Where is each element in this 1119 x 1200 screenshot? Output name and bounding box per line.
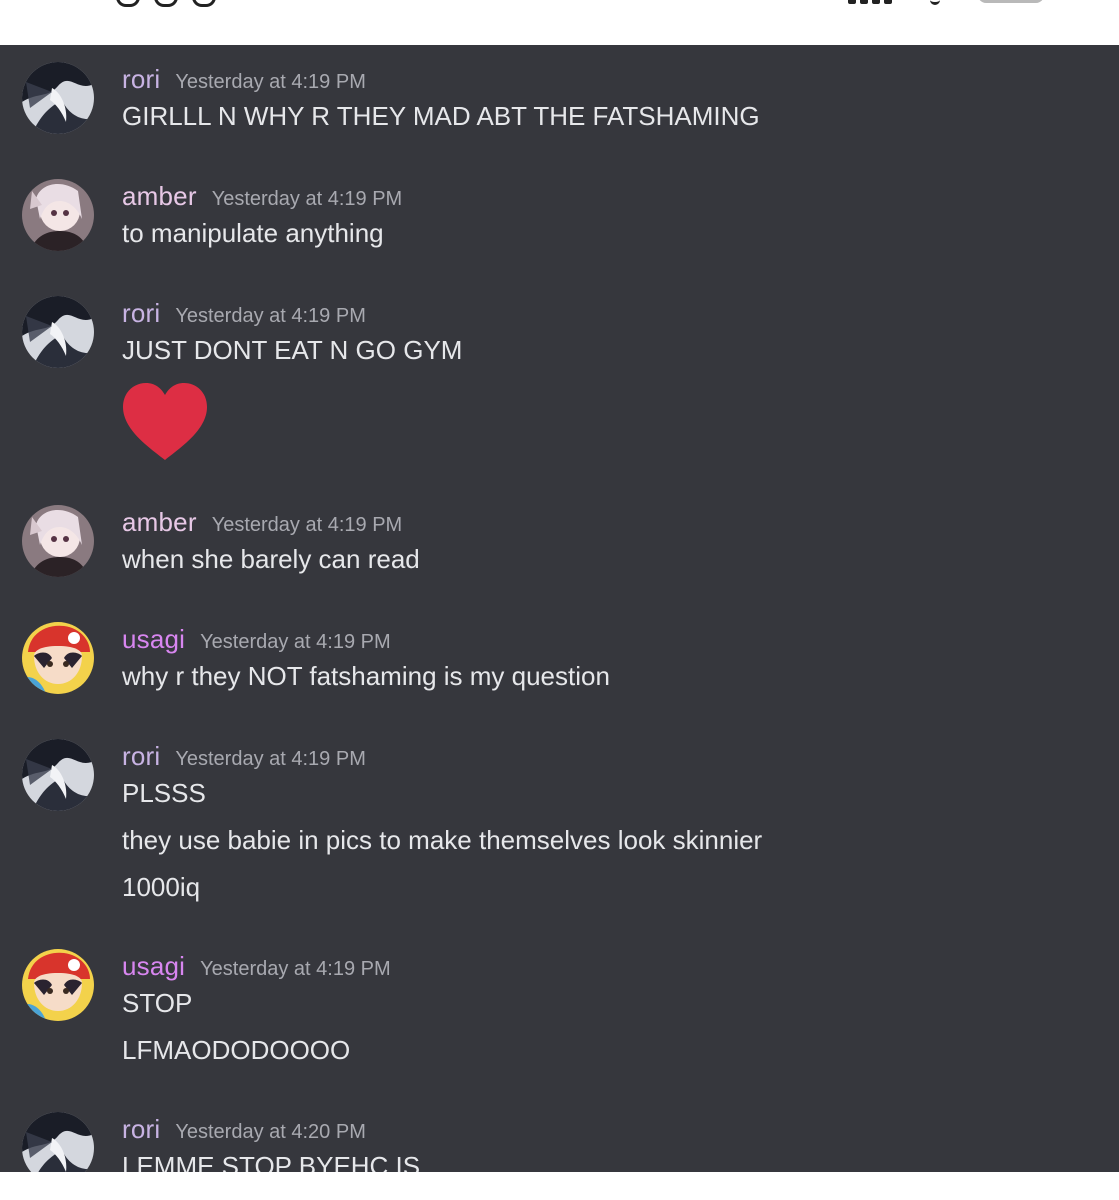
bottom-edge xyxy=(0,1172,1119,1200)
timestamp: Yesterday at 4:19 PM xyxy=(200,631,391,653)
heart-icon xyxy=(123,383,207,460)
status-bar-indicators xyxy=(116,0,216,7)
username[interactable]: rori xyxy=(122,298,160,329)
message-header: rori Yesterday at 4:19 PM xyxy=(122,741,366,772)
timestamp: Yesterday at 4:19 PM xyxy=(211,188,403,210)
message-text: to manipulate anything xyxy=(122,218,384,248)
message-header: amber Yesterday at 4:19 PM xyxy=(122,181,402,212)
avatar-usagi[interactable] xyxy=(22,622,94,694)
username[interactable]: amber xyxy=(122,507,197,538)
message-list[interactable]: rori Yesterday at 4:19 PM GIRLLL N WHY R… xyxy=(0,45,1119,1172)
message-header: usagi Yesterday at 4:19 PM xyxy=(122,951,391,982)
avatar-rori[interactable] xyxy=(22,296,94,368)
wifi-icon xyxy=(930,0,940,5)
timestamp: Yesterday at 4:19 PM xyxy=(200,958,391,980)
timestamp: Yesterday at 4:19 PM xyxy=(175,71,366,93)
timestamp: Yesterday at 4:20 PM xyxy=(175,1121,366,1143)
message-text: LFMAODODOOOO xyxy=(122,1035,351,1065)
message-text: STOP xyxy=(122,988,193,1018)
username[interactable]: usagi xyxy=(122,951,185,982)
message-header: rori Yesterday at 4:19 PM xyxy=(122,64,366,95)
timestamp: Yesterday at 4:19 PM xyxy=(211,514,403,536)
username[interactable]: usagi xyxy=(122,624,185,655)
status-bar xyxy=(0,0,1119,45)
message-header: amber Yesterday at 4:19 PM xyxy=(122,507,402,538)
message-text: JUST DONT EAT N GO GYM xyxy=(122,335,463,365)
signal-icon xyxy=(848,0,892,4)
message-text: 1000iq xyxy=(122,872,201,902)
timestamp: Yesterday at 4:19 PM xyxy=(175,305,366,327)
message-header: usagi Yesterday at 4:19 PM xyxy=(122,624,391,655)
timestamp: Yesterday at 4:19 PM xyxy=(175,748,366,770)
avatar-amber[interactable] xyxy=(22,505,94,577)
message-text: GIRLLL N WHY R THEY MAD ABT THE FATSHAMI… xyxy=(122,101,760,131)
username[interactable]: amber xyxy=(122,181,197,212)
message-header: rori Yesterday at 4:19 PM xyxy=(122,298,366,329)
avatar-usagi[interactable] xyxy=(22,949,94,1021)
message-text: they use babie in pics to make themselve… xyxy=(122,825,763,855)
username[interactable]: rori xyxy=(122,1114,160,1145)
message-text: PLSSS xyxy=(122,778,206,808)
avatar-rori[interactable] xyxy=(22,1112,94,1172)
avatar-rori[interactable] xyxy=(22,62,94,134)
message-text: why r they NOT fatshaming is my question xyxy=(122,661,610,691)
username[interactable]: rori xyxy=(122,741,160,772)
username[interactable]: rori xyxy=(122,64,160,95)
avatar-amber[interactable] xyxy=(22,179,94,251)
message-text: when she barely can read xyxy=(122,544,420,574)
message-header: rori Yesterday at 4:20 PM xyxy=(122,1114,366,1145)
message-text: LEMME STOP BYEHC IS xyxy=(122,1151,421,1172)
avatar-rori[interactable] xyxy=(22,739,94,811)
battery-icon xyxy=(978,0,1044,3)
